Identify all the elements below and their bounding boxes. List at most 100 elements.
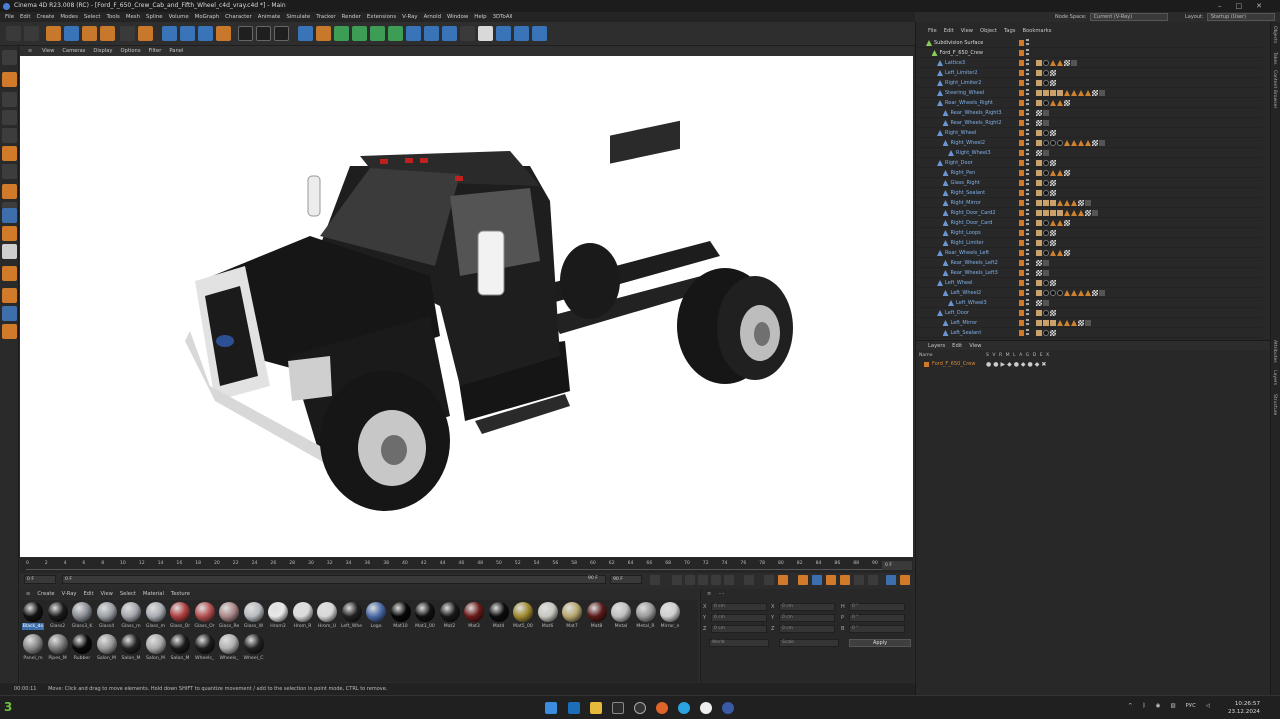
material-tag-icon[interactable] [1043,250,1049,256]
coord-field[interactable]: 0 cm [711,625,767,633]
phong-tag-icon[interactable] [1071,90,1077,96]
menu-help[interactable]: Help [474,12,486,22]
material-swatch[interactable]: Mat10 [390,602,412,630]
menu-simulate[interactable]: Simulate [286,12,310,22]
material-tag-icon[interactable] [1043,80,1049,86]
prev-frame-icon[interactable] [685,575,695,585]
texture-tag-icon[interactable] [1036,180,1042,186]
material-swatch[interactable]: Glass2 [47,602,69,630]
menu-animate[interactable]: Animate [258,12,281,22]
layer-color-icon[interactable] [1019,190,1024,196]
system-tray[interactable]: ^ ᛒ ◉ ▥ РУС ◁ [1128,703,1210,709]
object-menu-file[interactable]: File [928,26,937,36]
object-row[interactable]: Right_Door_Card [916,218,1263,228]
timeline-ruler[interactable]: 0 2 4 6 8 10 12 14 16 18 20 22 24 26 28 30 32 34 36 38 40 42 4… [26,561,886,570]
layer-color-icon[interactable] [1019,230,1024,236]
material-tag-icon[interactable] [1043,130,1049,136]
material-swatch[interactable]: Salon_M [120,634,142,662]
phong-tag-icon[interactable] [1057,250,1063,256]
apply-button[interactable]: Apply [849,639,911,647]
phong-tag-icon[interactable] [1071,140,1077,146]
file-explorer-icon[interactable] [590,702,602,714]
z-axis-lock-icon[interactable] [198,26,213,41]
speaker-icon[interactable]: ◁ [1206,703,1210,709]
menu-volume[interactable]: Volume [169,12,189,22]
material-hamburger-icon[interactable]: ≡ [26,589,30,599]
texture-tag-icon[interactable] [1050,210,1056,216]
start-frame-field[interactable]: 0 F [24,575,56,584]
material-swatch[interactable]: Metal_R [635,602,657,630]
texture-tag-icon[interactable] [1036,290,1042,296]
material-swatch[interactable]: Pipes_M [47,634,69,662]
next-key-icon[interactable] [724,575,734,585]
uvw-tag-icon[interactable] [1064,100,1070,106]
network-icon[interactable]: ▥ [1170,703,1175,709]
floor-icon[interactable] [442,26,457,41]
visibility-dots-icon[interactable] [1026,219,1029,227]
viewport-menu-view[interactable]: View [42,46,54,56]
layers-menu-layers[interactable]: Layers [928,341,945,350]
visibility-dots-icon[interactable] [1026,239,1029,247]
workplane-icon[interactable] [2,226,17,241]
phong-tag-icon[interactable] [1085,290,1091,296]
points-mode-icon[interactable] [2,110,17,125]
texture-tag-icon[interactable] [1057,90,1063,96]
layer-color-icon[interactable] [1019,100,1024,106]
camera-icon[interactable] [460,26,475,41]
solo-icon[interactable] [2,208,17,223]
selection-tag-icon[interactable] [1043,260,1049,266]
coord-field[interactable]: 0 ° [849,625,905,633]
coord-size-select[interactable]: Scale [779,639,839,647]
cinema4d-taskbar-icon[interactable] [722,702,734,714]
texture-mode-icon[interactable] [2,92,17,107]
material-swatch[interactable]: Mat8 [586,602,608,630]
texture-tag-icon[interactable] [1036,250,1042,256]
material-tag-icon[interactable] [1043,240,1049,246]
texture-tag-icon[interactable] [1036,220,1042,226]
material-swatch[interactable]: Mat1_00 [414,602,436,630]
material-menu-create[interactable]: Create [37,589,54,599]
visibility-dots-icon[interactable] [1026,309,1029,317]
texture-tag-icon[interactable] [1036,210,1042,216]
texture-tag-icon[interactable] [1036,310,1042,316]
object-row[interactable]: Right_Mirror [916,198,1263,208]
live-selection-icon[interactable] [46,26,61,41]
material-swatch[interactable]: Mat2 [439,602,461,630]
coord-field[interactable]: 0 cm [779,625,835,633]
texture-tag-icon[interactable] [1036,170,1042,176]
material-swatch[interactable]: Salon_M [145,634,167,662]
material-swatch[interactable]: Rubber [71,634,93,662]
prev-key-icon[interactable] [672,575,682,585]
coord-field[interactable]: 0 cm [711,603,767,611]
key-pla-icon[interactable] [868,575,878,585]
layer-color-icon[interactable] [1019,330,1024,336]
goto-end-icon[interactable] [744,575,754,585]
uvw-tag-icon[interactable] [1036,150,1042,156]
telegram-icon[interactable] [678,702,690,714]
phong-tag-icon[interactable] [1050,220,1056,226]
texture-tag-icon[interactable] [1036,320,1042,326]
menu-extensions[interactable]: Extensions [367,12,396,22]
dock-tab-layers[interactable]: Layers [1272,370,1277,385]
phong-tag-icon[interactable] [1050,250,1056,256]
uvw-tag-icon[interactable] [1050,80,1056,86]
unreal-icon[interactable] [612,702,624,714]
menu-edit[interactable]: Edit [20,12,30,22]
visibility-dots-icon[interactable] [1026,289,1029,297]
menu-arnold[interactable]: Arnold [424,12,441,22]
uvw-tag-icon[interactable] [1036,270,1042,276]
material-swatch[interactable]: Salon_M [96,634,118,662]
coord-field[interactable]: 0 cm [779,614,835,622]
object-row[interactable]: Rear_Wheels_Right3 [916,108,1263,118]
menu-modes[interactable]: Modes [60,12,78,22]
app-badge[interactable]: 3 [4,700,12,714]
deformer-icon[interactable] [406,26,421,41]
planar-workplane-icon[interactable] [2,288,17,303]
material-tag-icon[interactable] [1043,290,1049,296]
material-swatch[interactable]: Logo [365,602,387,630]
layer-color-icon[interactable] [1019,40,1024,46]
layer-color-icon[interactable] [1019,110,1024,116]
texture-tag-icon[interactable] [1036,280,1042,286]
viewport-menu-cameras[interactable]: Cameras [62,46,85,56]
viewport-hamburger-icon[interactable]: ≡ [26,46,34,56]
